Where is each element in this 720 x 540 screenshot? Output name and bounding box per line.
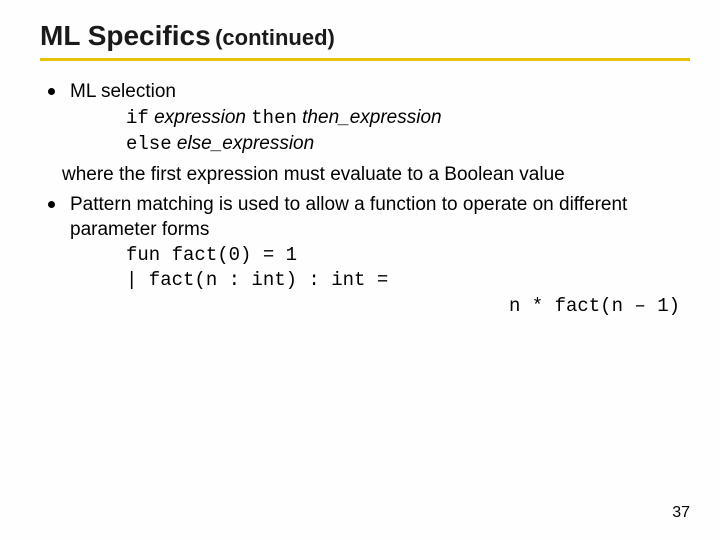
keyword-if: if xyxy=(126,107,149,129)
keyword-else: else xyxy=(126,133,172,155)
bullet-list: Pattern matching is used to allow a func… xyxy=(40,192,690,320)
page-number: 37 xyxy=(672,504,690,522)
code-line: | fact(n : int) : int = xyxy=(70,268,690,294)
list-item: Pattern matching is used to allow a func… xyxy=(40,192,690,320)
bullet-lead: ML selection xyxy=(70,79,690,105)
keyword-then: then xyxy=(251,107,297,129)
slide-title-suffix: (continued) xyxy=(215,25,335,50)
code-line: else else_expression xyxy=(70,131,690,158)
content-area: ML selection if expression then then_exp… xyxy=(40,79,690,320)
code-line: if expression then then_expression xyxy=(70,105,690,132)
bullet-lead: Pattern matching is used to allow a func… xyxy=(70,192,690,243)
bullet-list: ML selection if expression then then_exp… xyxy=(40,79,690,158)
expr-text: expression xyxy=(149,107,251,128)
slide-title: ML Specifics xyxy=(40,20,211,51)
title-block: ML Specifics (continued) xyxy=(40,20,690,52)
continuation-text: where the first expression must evaluate… xyxy=(40,162,690,188)
list-item: ML selection if expression then then_exp… xyxy=(40,79,690,158)
title-rule xyxy=(40,58,690,61)
expr-text: else_expression xyxy=(172,133,315,154)
slide: ML Specifics (continued) ML selection if… xyxy=(0,0,720,540)
expr-text: then_expression xyxy=(297,107,442,128)
code-line: fun fact(0) = 1 xyxy=(70,243,690,269)
code-line: n * fact(n – 1) xyxy=(70,294,690,320)
